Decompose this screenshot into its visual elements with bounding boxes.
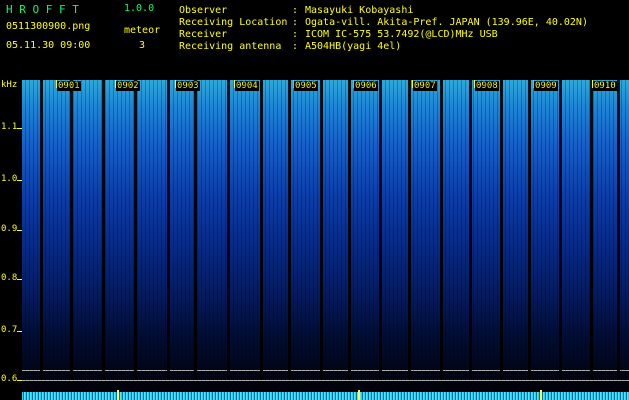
freq-label-0-9: 0.9 [1, 224, 18, 234]
receiver-sep: : [292, 29, 299, 40]
observer-key: Observer [179, 5, 228, 16]
meteor-spike [117, 390, 119, 400]
minute-label-0901: 0901 [57, 81, 81, 91]
dark-gap [469, 80, 472, 380]
dark-gap [288, 80, 291, 380]
antenna-key: Receiving antenna [179, 41, 282, 52]
minute-tick [412, 80, 413, 88]
receiver-value: ICOM IC-575 53.7492(@LCD)MHz USB [305, 29, 498, 40]
observer-sep: : [292, 5, 299, 16]
minute-tick [234, 80, 235, 88]
location-value: Ogata-vill. Akita-Pref. JAPAN (139.96E, … [305, 17, 588, 28]
minute-label-0909: 0909 [534, 81, 558, 91]
signal-noise-strip [22, 392, 629, 400]
minute-label-0906: 0906 [354, 81, 378, 91]
minute-tick [592, 80, 593, 88]
minute-label-0907: 0907 [413, 81, 437, 91]
dark-gap [260, 80, 263, 380]
location-key: Receiving Location [179, 17, 288, 28]
dark-gap [167, 80, 170, 380]
dark-gap [559, 80, 562, 380]
meteor-spike [358, 390, 360, 400]
minute-tick [533, 80, 534, 88]
dark-gap [617, 80, 620, 380]
dark-gap [102, 80, 105, 380]
minute-label-0902: 0902 [116, 81, 140, 91]
receiver-key: Receiver [179, 29, 228, 40]
freq-label-0-6: 0.6 [1, 374, 18, 384]
minute-label-0904: 0904 [235, 81, 259, 91]
freq-label-0-7: 0.7 [1, 325, 18, 335]
minute-tick [115, 80, 116, 88]
date-time: 05.11.30 09:00 [6, 40, 91, 51]
minute-label-0910: 0910 [593, 81, 617, 91]
minute-tick [56, 80, 57, 88]
frequency-axis: kHz 1.1 1.0 0.9 0.8 0.7 0.6 [0, 80, 22, 400]
minute-tick [293, 80, 294, 88]
dark-gap [70, 80, 73, 380]
observer-value: Masayuki Kobayashi [305, 5, 414, 16]
dark-gap [379, 80, 382, 380]
reference-line [22, 380, 629, 381]
minute-label-0908: 0908 [475, 81, 499, 91]
meteor-count: 3 [139, 40, 146, 51]
dark-gap [440, 80, 443, 380]
meteor-spike [540, 390, 542, 400]
dark-gap [227, 80, 230, 380]
dark-gap [134, 80, 137, 380]
app-version: 1.0.0 [124, 3, 155, 14]
freq-label-0-8: 0.8 [1, 273, 18, 283]
location-sep: : [292, 17, 299, 28]
minute-tick [175, 80, 176, 88]
file-name: 0511300900.png [6, 21, 91, 32]
dark-gap [40, 80, 43, 380]
freq-unit-label: kHz [1, 80, 18, 90]
header-panel: H R O F F T 1.0.0 0511300900.png 05.11.3… [0, 0, 629, 78]
dark-gap [500, 80, 503, 380]
freq-label-1-1: 1.1 [1, 122, 18, 132]
minute-label-0903: 0903 [176, 81, 200, 91]
dark-gap [408, 80, 411, 380]
dark-gap [348, 80, 351, 380]
minute-tick [474, 80, 475, 88]
meteor-label: meteor [124, 25, 161, 36]
app-title: H R O F F T [6, 3, 79, 16]
dark-gap [194, 80, 197, 380]
freq-label-1-0: 1.0 [1, 174, 18, 184]
spectrogram-area[interactable]: 0901 0902 0903 0904 0905 0906 0907 0908 … [22, 80, 629, 400]
minute-label-0905: 0905 [294, 81, 318, 91]
reference-line [22, 370, 629, 371]
minute-tick [353, 80, 354, 88]
dark-gap [320, 80, 323, 380]
dark-gap [590, 80, 593, 380]
antenna-sep: : [292, 41, 299, 52]
dark-gap [528, 80, 531, 380]
antenna-value: A504HB(yagi 4el) [305, 41, 402, 52]
